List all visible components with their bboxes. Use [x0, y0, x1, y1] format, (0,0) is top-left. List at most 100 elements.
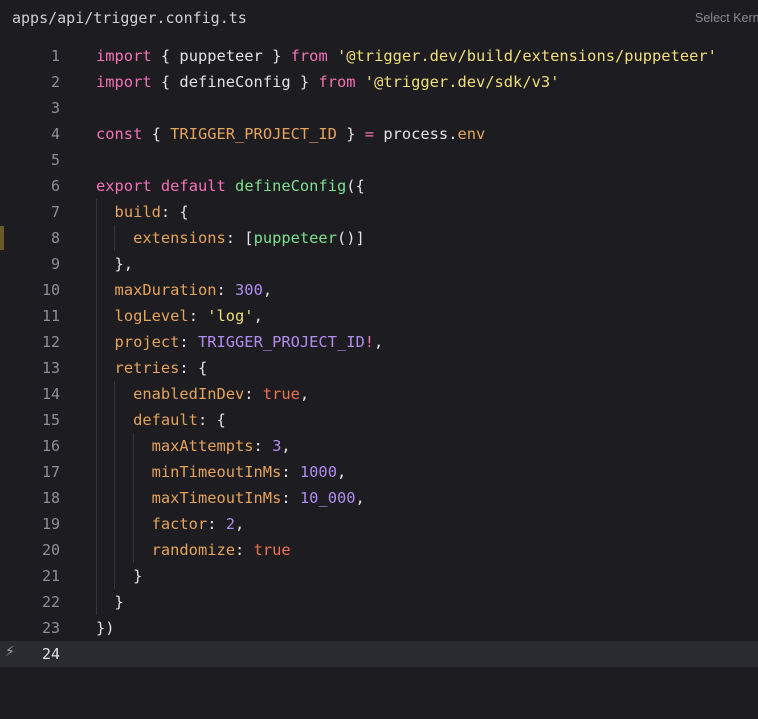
code-line[interactable]: 20 randomize: true — [0, 537, 758, 563]
code-line[interactable]: 23}) — [0, 615, 758, 641]
code-token: maxAttempts — [151, 437, 254, 455]
code-line[interactable]: 21 } — [0, 563, 758, 589]
code-line[interactable]: 7 build: { — [0, 199, 758, 225]
code-line[interactable]: 1 import { puppeteer } from '@trigger.dev… — [0, 43, 758, 69]
code-text: }) — [96, 615, 115, 641]
code-token: } — [262, 47, 291, 65]
code-token: : — [207, 515, 226, 533]
code-text: enabledInDev: true, — [96, 381, 309, 407]
code-token: : — [179, 333, 198, 351]
code-token: randomize — [151, 541, 236, 559]
line-number: 23 — [41, 619, 60, 637]
code-line[interactable]: 5 — [0, 147, 758, 173]
line-number: 12 — [41, 333, 60, 351]
code-line[interactable]: 14 enabledInDev: true, — [0, 381, 758, 407]
code-line[interactable]: 18 maxTimeoutInMs: 10_000, — [0, 485, 758, 511]
code-token: { — [151, 47, 180, 65]
code-text: maxAttempts: 3, — [96, 433, 291, 459]
line-number: 7 — [50, 203, 60, 221]
code-token: { — [142, 125, 171, 143]
code-token: }) — [96, 619, 115, 637]
code-token: 10_000 — [299, 489, 356, 507]
line-number: 16 — [41, 437, 60, 455]
code-line[interactable]: 15 default: { — [0, 407, 758, 433]
code-token: default — [133, 411, 198, 429]
code-line[interactable]: 11 logLevel: 'log', — [0, 303, 758, 329]
code-line[interactable]: ⚡ 24 — [0, 641, 758, 667]
code-line[interactable]: 3 — [0, 95, 758, 121]
code-line[interactable]: 19 factor: 2, — [0, 511, 758, 537]
code-line[interactable]: 8 extensions: [puppeteer()] — [0, 225, 758, 251]
code-text: logLevel: 'log', — [96, 303, 263, 329]
line-number: 15 — [41, 411, 60, 429]
code-text: export default defineConfig({ — [96, 173, 365, 199]
code-token: ! — [364, 333, 375, 351]
line-number: 8 — [50, 229, 60, 247]
code-line[interactable]: 13 retries: { — [0, 355, 758, 381]
line-number: 14 — [41, 385, 60, 403]
code-text: project: TRIGGER_PROJECT_ID!, — [96, 329, 384, 355]
code-line[interactable]: 22 } — [0, 589, 758, 615]
code-token: : — [235, 541, 254, 559]
code-token: factor — [151, 515, 208, 533]
code-text: } — [96, 589, 124, 615]
code-token: : — [281, 463, 300, 481]
code-line[interactable]: 16 maxAttempts: 3, — [0, 433, 758, 459]
code-token: import — [96, 47, 152, 65]
code-text: import { puppeteer } from '@trigger.dev/… — [96, 43, 717, 69]
line-number: 21 — [41, 567, 60, 585]
code-token: retries — [114, 359, 180, 377]
code-line[interactable]: 4 const { TRIGGER_PROJECT_ID } = process.… — [0, 121, 758, 147]
code-line[interactable]: 12 project: TRIGGER_PROJECT_ID!, — [0, 329, 758, 355]
code-line[interactable]: 6 export default defineConfig({ — [0, 173, 758, 199]
line-number: 22 — [41, 593, 60, 611]
code-text: const { TRIGGER_PROJECT_ID } = process.e… — [96, 121, 485, 147]
line-number: 10 — [41, 281, 60, 299]
file-path-breadcrumb[interactable]: apps/api/trigger.config.ts — [12, 9, 247, 27]
code-text: build: { — [96, 199, 189, 225]
code-token: puppeteer — [179, 47, 263, 65]
code-text: default: { — [96, 407, 226, 433]
code-text: randomize: true — [96, 537, 291, 563]
code-text: minTimeoutInMs: 1000, — [96, 459, 347, 485]
code-token: : { — [197, 411, 226, 429]
code-token: maxDuration — [114, 281, 217, 299]
code-token: 1000 — [299, 463, 337, 481]
code-token: TRIGGER_PROJECT_ID — [170, 125, 337, 143]
code-text: import { defineConfig } from '@trigger.d… — [96, 69, 559, 95]
code-token: : — [188, 307, 208, 325]
code-token: , — [281, 437, 291, 455]
code-token: , — [336, 463, 347, 481]
code-line[interactable]: 10 maxDuration: 300, — [0, 277, 758, 303]
code-token: process — [383, 125, 449, 143]
code-token: const — [96, 125, 143, 143]
code-token: defineConfig — [179, 73, 291, 91]
line-number: 11 — [41, 307, 60, 325]
line-number: 1 — [50, 47, 60, 65]
code-line[interactable]: 9 }, — [0, 251, 758, 277]
editor-tab-bar: apps/api/trigger.config.ts Select Kernel — [0, 0, 758, 40]
code-text: maxTimeoutInMs: 10_000, — [96, 485, 365, 511]
line-number: 24 — [41, 645, 60, 663]
code-token: = — [364, 125, 375, 143]
code-token: puppeteer — [253, 229, 337, 247]
select-kernel-button[interactable]: Select Kernel — [695, 11, 758, 25]
code-editor[interactable]: 1 import { puppeteer } from '@trigger.dev… — [0, 42, 758, 719]
code-token: from — [290, 47, 328, 65]
code-line[interactable]: 2 import { defineConfig } from '@trigger.… — [0, 69, 758, 95]
code-token: } — [96, 593, 124, 611]
line-number: 3 — [50, 99, 60, 117]
code-token: : { — [179, 359, 208, 377]
code-line[interactable]: 17 minTimeoutInMs: 1000, — [0, 459, 758, 485]
code-token: , — [299, 385, 310, 403]
